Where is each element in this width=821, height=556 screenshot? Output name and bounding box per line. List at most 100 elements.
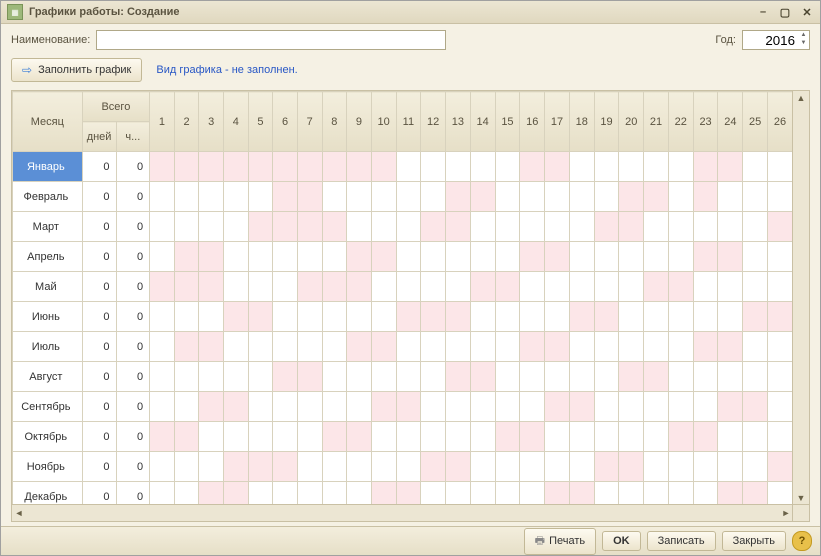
name-input[interactable] xyxy=(96,30,446,50)
day-cell[interactable] xyxy=(693,242,718,272)
day-cell[interactable] xyxy=(421,152,446,182)
day-cell[interactable] xyxy=(644,482,669,506)
day-cell[interactable] xyxy=(199,332,224,362)
day-cell[interactable] xyxy=(767,482,792,506)
day-cell[interactable] xyxy=(174,152,199,182)
day-cell[interactable] xyxy=(347,152,372,182)
day-cell[interactable] xyxy=(619,242,644,272)
day-cell[interactable] xyxy=(396,332,421,362)
day-cell[interactable] xyxy=(199,422,224,452)
day-cell[interactable] xyxy=(396,212,421,242)
day-cell[interactable] xyxy=(594,362,619,392)
day-cell[interactable] xyxy=(545,152,570,182)
day-cell[interactable] xyxy=(520,362,545,392)
day-cell[interactable] xyxy=(767,212,792,242)
day-cell[interactable] xyxy=(396,482,421,506)
day-cell[interactable] xyxy=(396,152,421,182)
day-cell[interactable] xyxy=(470,332,495,362)
day-cell[interactable] xyxy=(446,272,471,302)
day-cell[interactable] xyxy=(297,332,322,362)
day-cell[interactable] xyxy=(446,482,471,506)
day-cell[interactable] xyxy=(371,272,396,302)
day-cell[interactable] xyxy=(718,212,743,242)
day-cell[interactable] xyxy=(273,362,298,392)
table-row[interactable]: Май00 xyxy=(13,272,793,302)
day-cell[interactable] xyxy=(520,302,545,332)
day-cell[interactable] xyxy=(693,152,718,182)
day-cell[interactable] xyxy=(371,452,396,482)
day-cell[interactable] xyxy=(470,362,495,392)
day-cell[interactable] xyxy=(248,302,273,332)
day-cell[interactable] xyxy=(520,212,545,242)
day-cell[interactable] xyxy=(224,182,249,212)
day-cell[interactable] xyxy=(248,362,273,392)
day-cell[interactable] xyxy=(248,392,273,422)
day-cell[interactable] xyxy=(743,272,768,302)
day-cell[interactable] xyxy=(594,482,619,506)
day-cell[interactable] xyxy=(569,302,594,332)
day-cell[interactable] xyxy=(693,362,718,392)
day-cell[interactable] xyxy=(520,332,545,362)
table-row[interactable]: Октябрь00 xyxy=(13,422,793,452)
day-cell[interactable] xyxy=(619,272,644,302)
table-row[interactable]: Август00 xyxy=(13,362,793,392)
day-cell[interactable] xyxy=(470,422,495,452)
day-cell[interactable] xyxy=(371,212,396,242)
day-cell[interactable] xyxy=(470,302,495,332)
vertical-scrollbar[interactable]: ▲ ▼ xyxy=(792,91,809,505)
day-cell[interactable] xyxy=(150,242,175,272)
day-cell[interactable] xyxy=(396,302,421,332)
day-cell[interactable] xyxy=(767,422,792,452)
day-cell[interactable] xyxy=(619,302,644,332)
day-cell[interactable] xyxy=(421,422,446,452)
day-cell[interactable] xyxy=(545,482,570,506)
day-cell[interactable] xyxy=(767,362,792,392)
day-cell[interactable] xyxy=(743,242,768,272)
day-cell[interactable] xyxy=(371,482,396,506)
day-cell[interactable] xyxy=(718,452,743,482)
day-cell[interactable] xyxy=(569,482,594,506)
day-cell[interactable] xyxy=(718,482,743,506)
day-cell[interactable] xyxy=(569,422,594,452)
day-cell[interactable] xyxy=(322,152,347,182)
fill-schedule-button[interactable]: ⇨ Заполнить график xyxy=(11,58,142,82)
day-cell[interactable] xyxy=(619,452,644,482)
day-cell[interactable] xyxy=(150,212,175,242)
day-cell[interactable] xyxy=(693,182,718,212)
table-row[interactable]: Март00 xyxy=(13,212,793,242)
scroll-down-icon[interactable]: ▼ xyxy=(794,491,808,505)
day-cell[interactable] xyxy=(174,212,199,242)
day-cell[interactable] xyxy=(273,392,298,422)
day-cell[interactable] xyxy=(174,362,199,392)
day-cell[interactable] xyxy=(718,422,743,452)
day-cell[interactable] xyxy=(174,392,199,422)
day-cell[interactable] xyxy=(718,242,743,272)
day-cell[interactable] xyxy=(248,272,273,302)
day-cell[interactable] xyxy=(718,332,743,362)
day-cell[interactable] xyxy=(495,152,520,182)
scroll-left-icon[interactable]: ◄ xyxy=(12,506,26,520)
day-cell[interactable] xyxy=(495,392,520,422)
day-cell[interactable] xyxy=(743,152,768,182)
day-cell[interactable] xyxy=(273,212,298,242)
day-cell[interactable] xyxy=(644,452,669,482)
day-cell[interactable] xyxy=(520,272,545,302)
day-cell[interactable] xyxy=(224,362,249,392)
close-form-button[interactable]: Закрыть xyxy=(722,531,786,551)
day-cell[interactable] xyxy=(273,242,298,272)
day-cell[interactable] xyxy=(174,242,199,272)
day-cell[interactable] xyxy=(150,392,175,422)
day-cell[interactable] xyxy=(150,272,175,302)
day-cell[interactable] xyxy=(644,362,669,392)
day-cell[interactable] xyxy=(150,182,175,212)
day-cell[interactable] xyxy=(174,332,199,362)
day-cell[interactable] xyxy=(693,452,718,482)
day-cell[interactable] xyxy=(297,182,322,212)
day-cell[interactable] xyxy=(569,182,594,212)
day-cell[interactable] xyxy=(495,362,520,392)
day-cell[interactable] xyxy=(421,362,446,392)
day-cell[interactable] xyxy=(495,452,520,482)
day-cell[interactable] xyxy=(224,242,249,272)
day-cell[interactable] xyxy=(297,212,322,242)
day-cell[interactable] xyxy=(619,362,644,392)
